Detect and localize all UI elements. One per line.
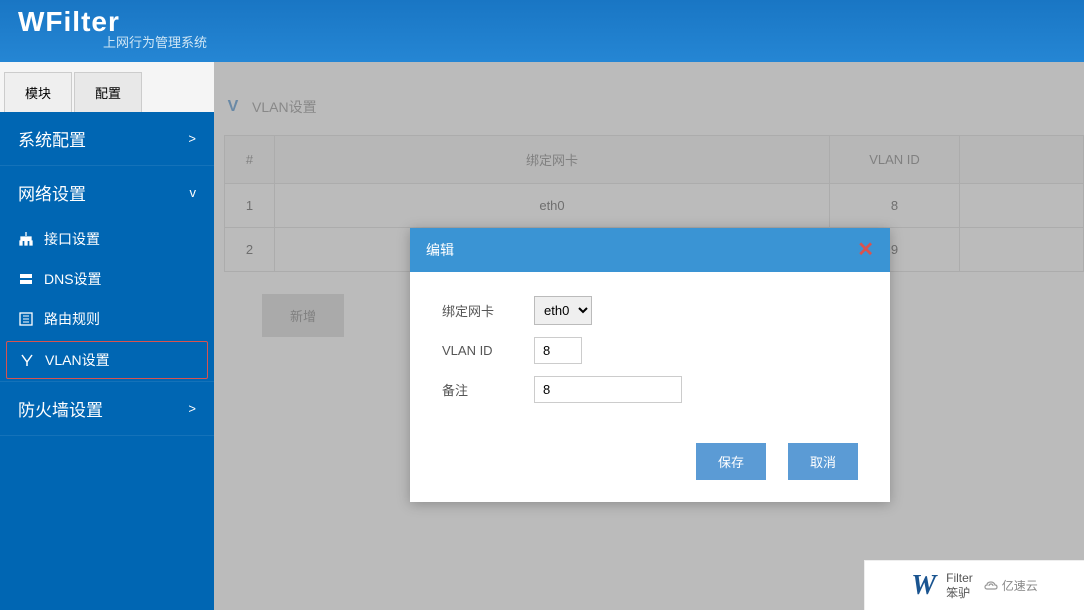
cloud-icon xyxy=(983,579,999,593)
menu-title-network: 网络设置 xyxy=(18,180,86,205)
tab-module[interactable]: 模块 xyxy=(4,72,72,112)
watermark-text: Filter 笨驴 xyxy=(946,571,973,600)
menu-header-network[interactable]: 网络设置 v xyxy=(0,166,214,219)
dns-icon xyxy=(18,271,34,287)
select-bind-nic[interactable]: eth0 xyxy=(534,296,592,325)
watermark-yisu: 亿速云 xyxy=(983,577,1038,594)
sidebar-item-interface[interactable]: 接口设置 xyxy=(0,219,214,259)
sidebar-item-vlan[interactable]: VLAN设置 xyxy=(6,341,208,379)
menu-header-firewall[interactable]: 防火墙设置 > xyxy=(0,382,214,435)
route-icon xyxy=(18,311,34,327)
logo-subtitle: 上网行为管理系统 xyxy=(103,32,207,51)
close-icon[interactable]: ✕ xyxy=(857,240,874,260)
sidebar-item-label: VLAN设置 xyxy=(45,350,110,370)
label-vlan-id: VLAN ID xyxy=(442,343,534,358)
modal-body: 绑定网卡 eth0 VLAN ID 备注 xyxy=(410,272,890,433)
input-vlan-id[interactable] xyxy=(534,337,582,364)
logo-area: WFilter 上网行为管理系统 xyxy=(18,8,207,51)
save-button[interactable]: 保存 xyxy=(696,443,766,480)
interface-icon xyxy=(18,231,34,247)
menu-section-network: 网络设置 v 接口设置 DNS设置 路由规则 VLAN设置 xyxy=(0,166,214,382)
edit-modal: 编辑 ✕ 绑定网卡 eth0 VLAN ID 备注 保存 取消 xyxy=(410,228,890,502)
menu-header-system[interactable]: 系统配置 > xyxy=(0,112,214,165)
menu-title-system: 系统配置 xyxy=(18,126,86,151)
sidebar-tabs: 模块 配置 xyxy=(0,62,214,112)
modal-header: 编辑 ✕ xyxy=(410,228,890,272)
sidebar: 模块 配置 系统配置 > 网络设置 v 接口设置 DNS xyxy=(0,62,214,610)
app-header: WFilter 上网行为管理系统 xyxy=(0,0,1084,62)
modal-title: 编辑 xyxy=(426,240,454,260)
watermark: W Filter 笨驴 亿速云 xyxy=(864,560,1084,610)
sidebar-item-route[interactable]: 路由规则 xyxy=(0,299,214,339)
label-remark: 备注 xyxy=(442,380,534,399)
chevron-right-icon: > xyxy=(188,401,196,416)
menu-section-firewall: 防火墙设置 > xyxy=(0,382,214,436)
sidebar-item-label: 接口设置 xyxy=(44,229,100,249)
menu-section-system: 系统配置 > xyxy=(0,112,214,166)
modal-footer: 保存 取消 xyxy=(410,433,890,502)
label-bind-nic: 绑定网卡 xyxy=(442,301,534,320)
sidebar-item-label: 路由规则 xyxy=(44,309,100,329)
cancel-button[interactable]: 取消 xyxy=(788,443,858,480)
watermark-logo: W xyxy=(911,570,936,602)
sidebar-item-label: DNS设置 xyxy=(44,269,102,289)
vlan-icon xyxy=(19,352,35,368)
tab-config[interactable]: 配置 xyxy=(74,72,142,112)
menu-title-firewall: 防火墙设置 xyxy=(18,396,103,421)
chevron-right-icon: > xyxy=(188,131,196,146)
chevron-down-icon: v xyxy=(190,185,197,200)
input-remark[interactable] xyxy=(534,376,682,403)
sidebar-item-dns[interactable]: DNS设置 xyxy=(0,259,214,299)
